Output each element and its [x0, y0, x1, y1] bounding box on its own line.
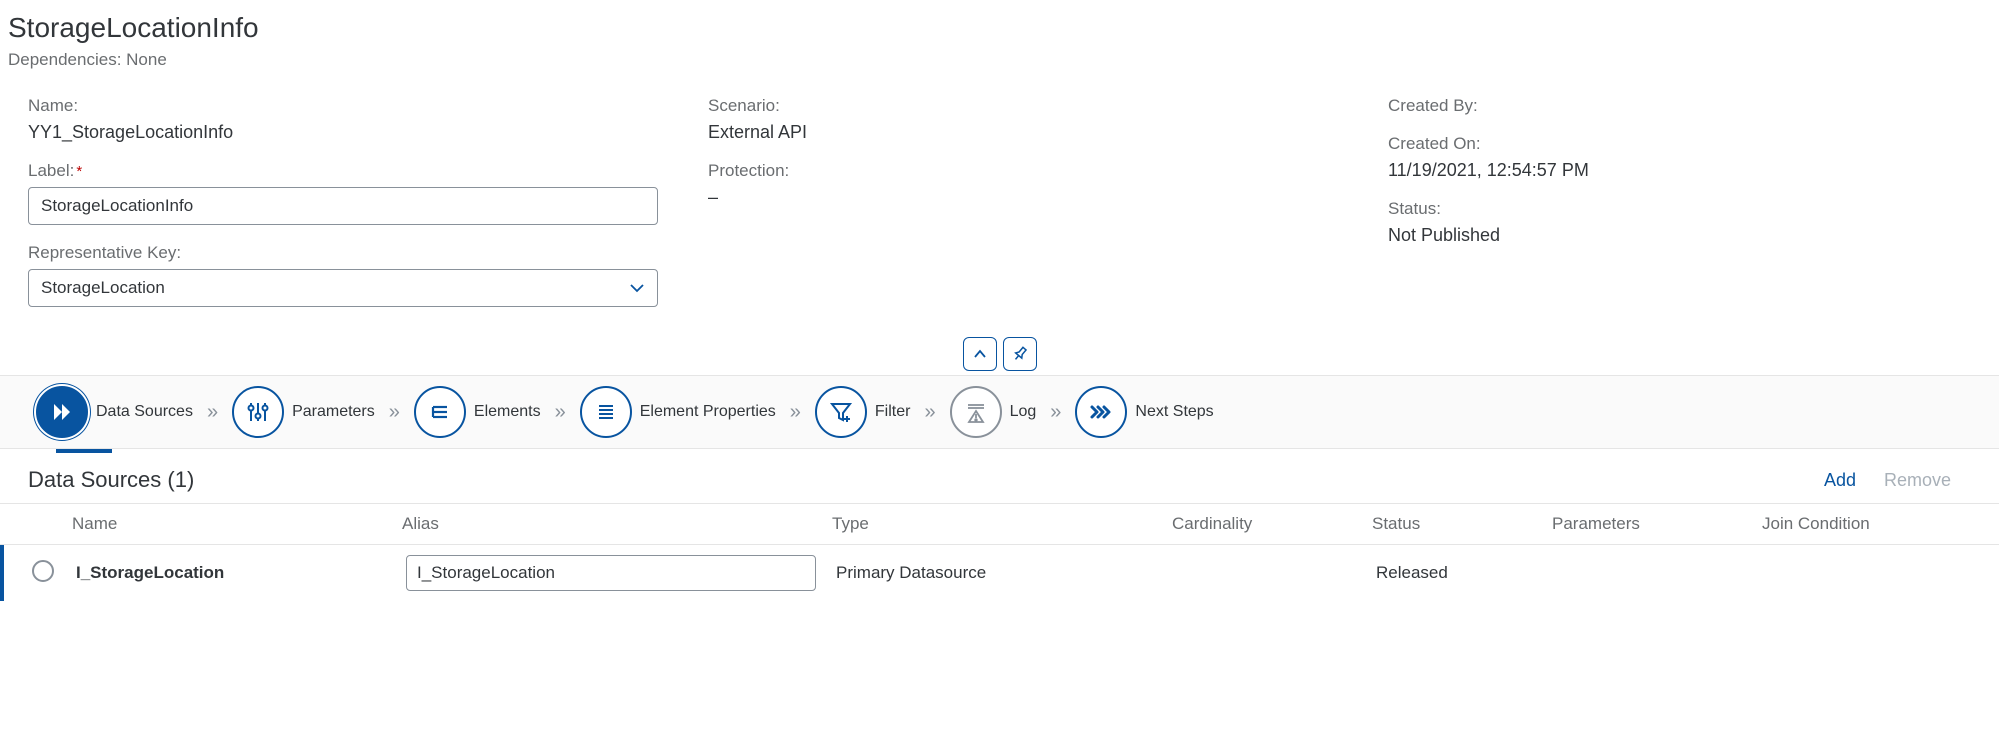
col-cardinality: Cardinality [1172, 514, 1372, 534]
step-elements[interactable]: Elements [414, 386, 541, 438]
warning-lines-icon [950, 386, 1002, 438]
createdby-label: Created By: [1388, 96, 1999, 116]
section-header: Data Sources (1) Add Remove [0, 453, 1999, 503]
step-parameters[interactable]: Parameters [232, 386, 375, 438]
chevron-right-icon: » [207, 401, 218, 424]
col-status: Status [1372, 514, 1552, 534]
list-lines-icon [580, 386, 632, 438]
status-label: Status: [1388, 199, 1999, 219]
chevron-right-icon: » [1050, 401, 1061, 424]
funnel-plus-icon [815, 386, 867, 438]
form-col-2: Scenario: External API Protection: – [708, 96, 1388, 325]
dependencies-value: None [126, 50, 167, 69]
repkey-value: StorageLocation [41, 278, 165, 298]
dependencies-line: Dependencies: None [8, 50, 1991, 70]
status-value: Not Published [1388, 225, 1999, 246]
protection-value: – [708, 187, 1358, 208]
fast-forward-icon [1075, 386, 1127, 438]
step-label: Parameters [292, 403, 375, 421]
step-label: Element Properties [640, 403, 776, 421]
col-name: Name [72, 514, 402, 534]
createdon-value: 11/19/2021, 12:54:57 PM [1388, 160, 1999, 181]
required-asterisk: * [76, 163, 82, 180]
createdon-label: Created On: [1388, 134, 1999, 154]
repkey-select[interactable]: StorageLocation [28, 269, 658, 307]
form-area: Name: YY1_StorageLocationInfo Label:* Re… [0, 78, 1999, 335]
dependencies-label: Dependencies: [8, 50, 121, 69]
chevron-right-icon: » [389, 401, 400, 424]
chevron-up-icon [973, 347, 987, 361]
sliders-icon [232, 386, 284, 438]
play-double-icon [36, 386, 88, 438]
data-sources-table: Name Alias Type Cardinality Status Param… [0, 503, 1999, 601]
name-label: Name: [28, 96, 678, 116]
pin-button[interactable] [1003, 337, 1037, 371]
add-button[interactable]: Add [1824, 470, 1856, 491]
form-col-3: Created By: Created On: 11/19/2021, 12:5… [1388, 96, 1999, 325]
col-parameters: Parameters [1552, 514, 1762, 534]
collapse-bar [0, 335, 1999, 375]
remove-button[interactable]: Remove [1884, 470, 1951, 491]
label-input[interactable] [28, 187, 658, 225]
page-title: StorageLocationInfo [8, 12, 1991, 44]
table-row[interactable]: I_StorageLocation Primary Datasource Rel… [0, 545, 1999, 601]
repkey-label: Representative Key: [28, 243, 678, 263]
step-log[interactable]: Log [950, 386, 1037, 438]
label-label: Label:* [28, 161, 678, 181]
name-value: YY1_StorageLocationInfo [28, 122, 678, 143]
step-data-sources[interactable]: Data Sources [36, 386, 193, 438]
table-header: Name Alias Type Cardinality Status Param… [0, 503, 1999, 545]
protection-label: Protection: [708, 161, 1358, 181]
wizard-nav: Data Sources » Parameters » Elements [0, 375, 1999, 449]
step-filter[interactable]: Filter [815, 386, 911, 438]
form-col-1: Name: YY1_StorageLocationInfo Label:* Re… [28, 96, 708, 325]
row-status: Released [1376, 563, 1556, 583]
row-type: Primary Datasource [836, 563, 1176, 583]
step-element-properties[interactable]: Element Properties [580, 386, 776, 438]
col-join: Join Condition [1762, 514, 1971, 534]
collapse-button[interactable] [963, 337, 997, 371]
step-label: Log [1010, 403, 1037, 421]
scenario-label: Scenario: [708, 96, 1358, 116]
section-title: Data Sources (1) [28, 467, 194, 493]
row-radio[interactable] [32, 560, 54, 582]
step-label: Data Sources [96, 403, 193, 421]
step-label: Next Steps [1135, 403, 1213, 421]
chevron-down-icon [629, 280, 645, 296]
chevron-right-icon: » [924, 401, 935, 424]
step-label: Filter [875, 403, 911, 421]
col-alias: Alias [402, 514, 832, 534]
label-label-text: Label: [28, 161, 74, 180]
page-header: StorageLocationInfo Dependencies: None [0, 0, 1999, 78]
scenario-value: External API [708, 122, 1358, 143]
alias-input[interactable] [406, 555, 816, 591]
chevron-right-icon: » [790, 401, 801, 424]
pin-icon [1012, 346, 1028, 362]
step-label: Elements [474, 403, 541, 421]
row-name: I_StorageLocation [76, 563, 406, 583]
list-stack-icon [414, 386, 466, 438]
step-next-steps[interactable]: Next Steps [1075, 386, 1213, 438]
col-type: Type [832, 514, 1172, 534]
chevron-right-icon: » [555, 401, 566, 424]
